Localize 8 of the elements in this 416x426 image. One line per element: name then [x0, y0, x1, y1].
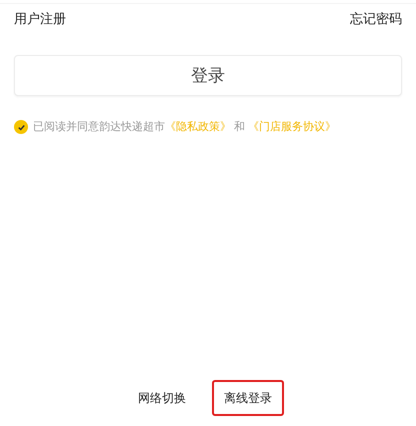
offline-login-button[interactable]: 离线登录 [212, 380, 284, 416]
register-link[interactable]: 用户注册 [14, 9, 66, 34]
login-button[interactable]: 登录 [14, 55, 402, 96]
agreement-text: 已阅读并同意韵达快递超市《隐私政策》 和 《门店服务协议》 [33, 120, 336, 135]
forgot-password-link[interactable]: 忘记密码 [350, 9, 402, 34]
checkbox[interactable] [14, 120, 28, 134]
check-icon [16, 122, 26, 132]
network-switch-button[interactable]: 网络切换 [126, 380, 198, 416]
